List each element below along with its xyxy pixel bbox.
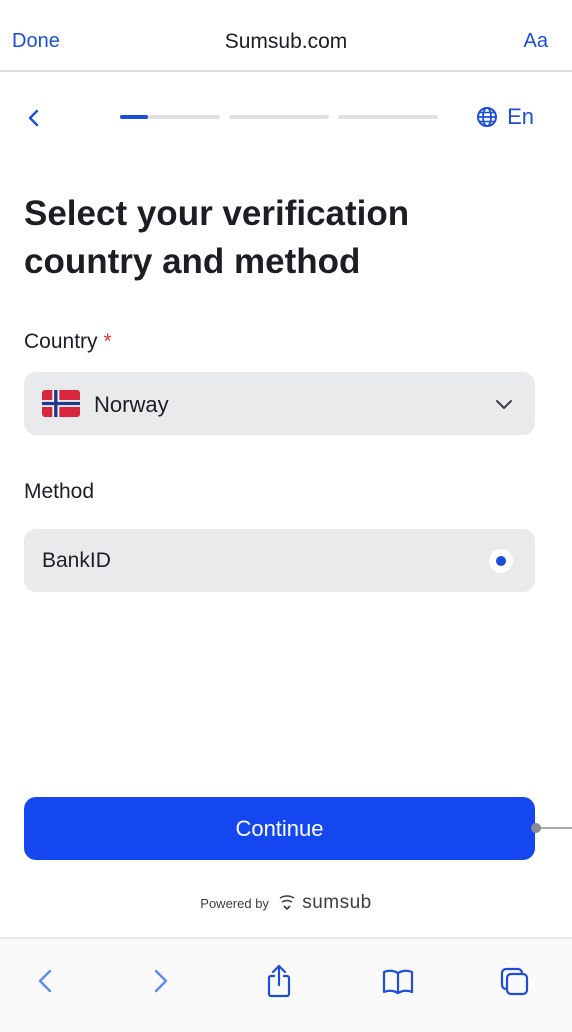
share-icon[interactable]	[259, 961, 299, 1001]
progress-step-2	[229, 115, 329, 119]
scroll-handle-icon[interactable]	[528, 821, 572, 835]
page-domain: Sumsub.com	[224, 30, 348, 53]
step-progress-row: En	[0, 98, 572, 138]
radio-selected-dot	[496, 556, 506, 566]
back-chevron-icon[interactable]	[22, 104, 46, 132]
chevron-down-icon	[496, 400, 512, 409]
progress-step-1	[120, 115, 220, 119]
method-option-bankid[interactable]: BankID	[24, 529, 535, 592]
progress-step-3	[338, 115, 438, 119]
method-label: Method	[24, 480, 95, 503]
required-mark: *	[103, 330, 112, 353]
globe-icon	[477, 107, 498, 127]
forward-icon[interactable]	[140, 961, 180, 1001]
progress-step-fill	[120, 115, 148, 119]
language-label: En	[507, 104, 534, 129]
text-size-button[interactable]: Aa	[524, 30, 548, 53]
browser-bottom-toolbar	[0, 937, 572, 1032]
sumsub-logo-icon	[279, 895, 294, 911]
norway-flag-icon	[42, 390, 80, 417]
method-radio[interactable]	[489, 549, 513, 573]
country-label: Country *	[24, 330, 112, 354]
back-icon[interactable]	[26, 961, 66, 1001]
language-selector[interactable]: En	[475, 104, 534, 130]
tabs-icon[interactable]	[494, 961, 534, 1001]
powered-by-text: Powered by	[200, 896, 269, 911]
method-value: BankID	[42, 549, 111, 572]
continue-button[interactable]: Continue	[24, 797, 535, 860]
sumsub-brand-text: sumsub	[302, 892, 372, 913]
country-label-text: Country	[24, 330, 98, 353]
country-select[interactable]: Norway	[24, 372, 535, 435]
bookmarks-icon[interactable]	[378, 961, 418, 1001]
page-title: Select your verification country and met…	[24, 194, 410, 281]
powered-by-footer: Powered by sumsub	[0, 892, 572, 914]
country-value: Norway	[94, 392, 169, 417]
browser-top-bar: Done Sumsub.com Aa	[0, 0, 572, 72]
